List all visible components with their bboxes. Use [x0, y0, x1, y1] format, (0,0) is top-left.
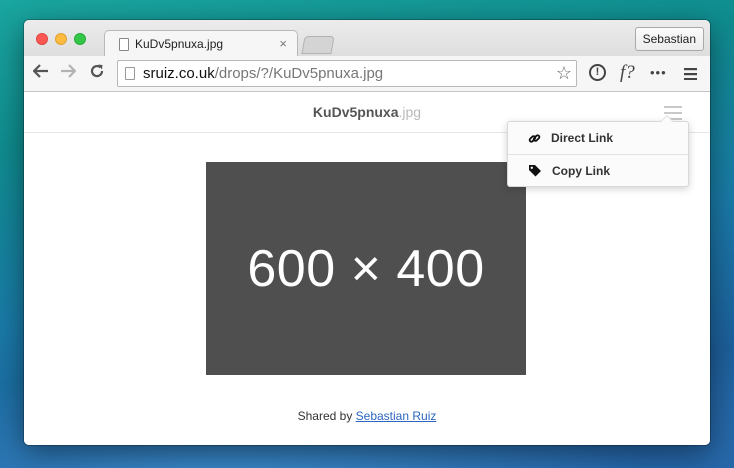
browser-tab[interactable]: KuDv5pnuxa.jpg ×: [104, 30, 298, 57]
window-controls: [36, 33, 86, 45]
forward-arrow-icon: [61, 64, 77, 78]
author-link[interactable]: Sebastian Ruiz: [356, 409, 437, 423]
page-content: KuDv5pnuxa.jpg 600 × 400 Shared by Sebas…: [24, 92, 710, 445]
hamburger-menu-icon: [684, 68, 697, 81]
profile-button[interactable]: Sebastian: [634, 27, 704, 51]
forward-button[interactable]: [57, 63, 79, 83]
tag-icon: [529, 165, 541, 177]
close-tab-icon[interactable]: ×: [279, 36, 287, 51]
chrome-menu-button[interactable]: [684, 67, 697, 84]
close-window-button[interactable]: [36, 33, 48, 45]
link-icon: [528, 133, 541, 143]
file-extension: .jpg: [398, 104, 422, 120]
back-button[interactable]: [30, 63, 52, 83]
font-extension-button[interactable]: f?: [620, 62, 635, 84]
file-name: KuDv5pnuxa: [312, 104, 399, 120]
more-extensions-icon[interactable]: •••: [650, 65, 667, 80]
menu-item-label: Copy Link: [552, 163, 611, 178]
browser-toolbar: sruiz.co.uk/drops/?/KuDv5pnuxa.jpg ☆ ! f…: [24, 56, 710, 92]
menu-item-copy-link[interactable]: Copy Link: [508, 154, 688, 186]
link-dropdown-menu: Direct Link Copy Link: [507, 115, 689, 187]
reload-button[interactable]: [86, 63, 108, 84]
zoom-window-button[interactable]: [74, 33, 86, 45]
reload-icon: [90, 64, 104, 78]
browser-window: KuDv5pnuxa.jpg × Sebastian sruiz.co.uk/d…: [24, 20, 710, 445]
new-tab-button[interactable]: [301, 36, 335, 54]
back-arrow-icon: [32, 64, 48, 78]
info-extension-button[interactable]: !: [589, 64, 606, 81]
image-preview[interactable]: 600 × 400: [206, 162, 526, 375]
shared-by-prefix: Shared by: [297, 409, 353, 423]
url-path: /drops/?/KuDv5pnuxa.jpg: [214, 65, 384, 82]
address-bar[interactable]: sruiz.co.uk/drops/?/KuDv5pnuxa.jpg ☆: [117, 60, 577, 87]
image-placeholder-text: 600 × 400: [247, 239, 485, 298]
page-icon: [125, 67, 135, 80]
menu-item-direct-link[interactable]: Direct Link: [508, 122, 688, 154]
info-icon: !: [589, 64, 606, 81]
shared-by-line: Shared by Sebastian Ruiz: [24, 409, 710, 423]
title-bar: KuDv5pnuxa.jpg × Sebastian: [24, 20, 710, 57]
bookmark-star-icon[interactable]: ☆: [556, 63, 572, 84]
minimize-window-button[interactable]: [55, 33, 67, 45]
url-host: sruiz.co.uk: [143, 65, 215, 82]
menu-item-label: Direct Link: [551, 131, 614, 145]
tab-title: KuDv5pnuxa.jpg: [135, 37, 224, 51]
page-icon: [119, 37, 129, 51]
